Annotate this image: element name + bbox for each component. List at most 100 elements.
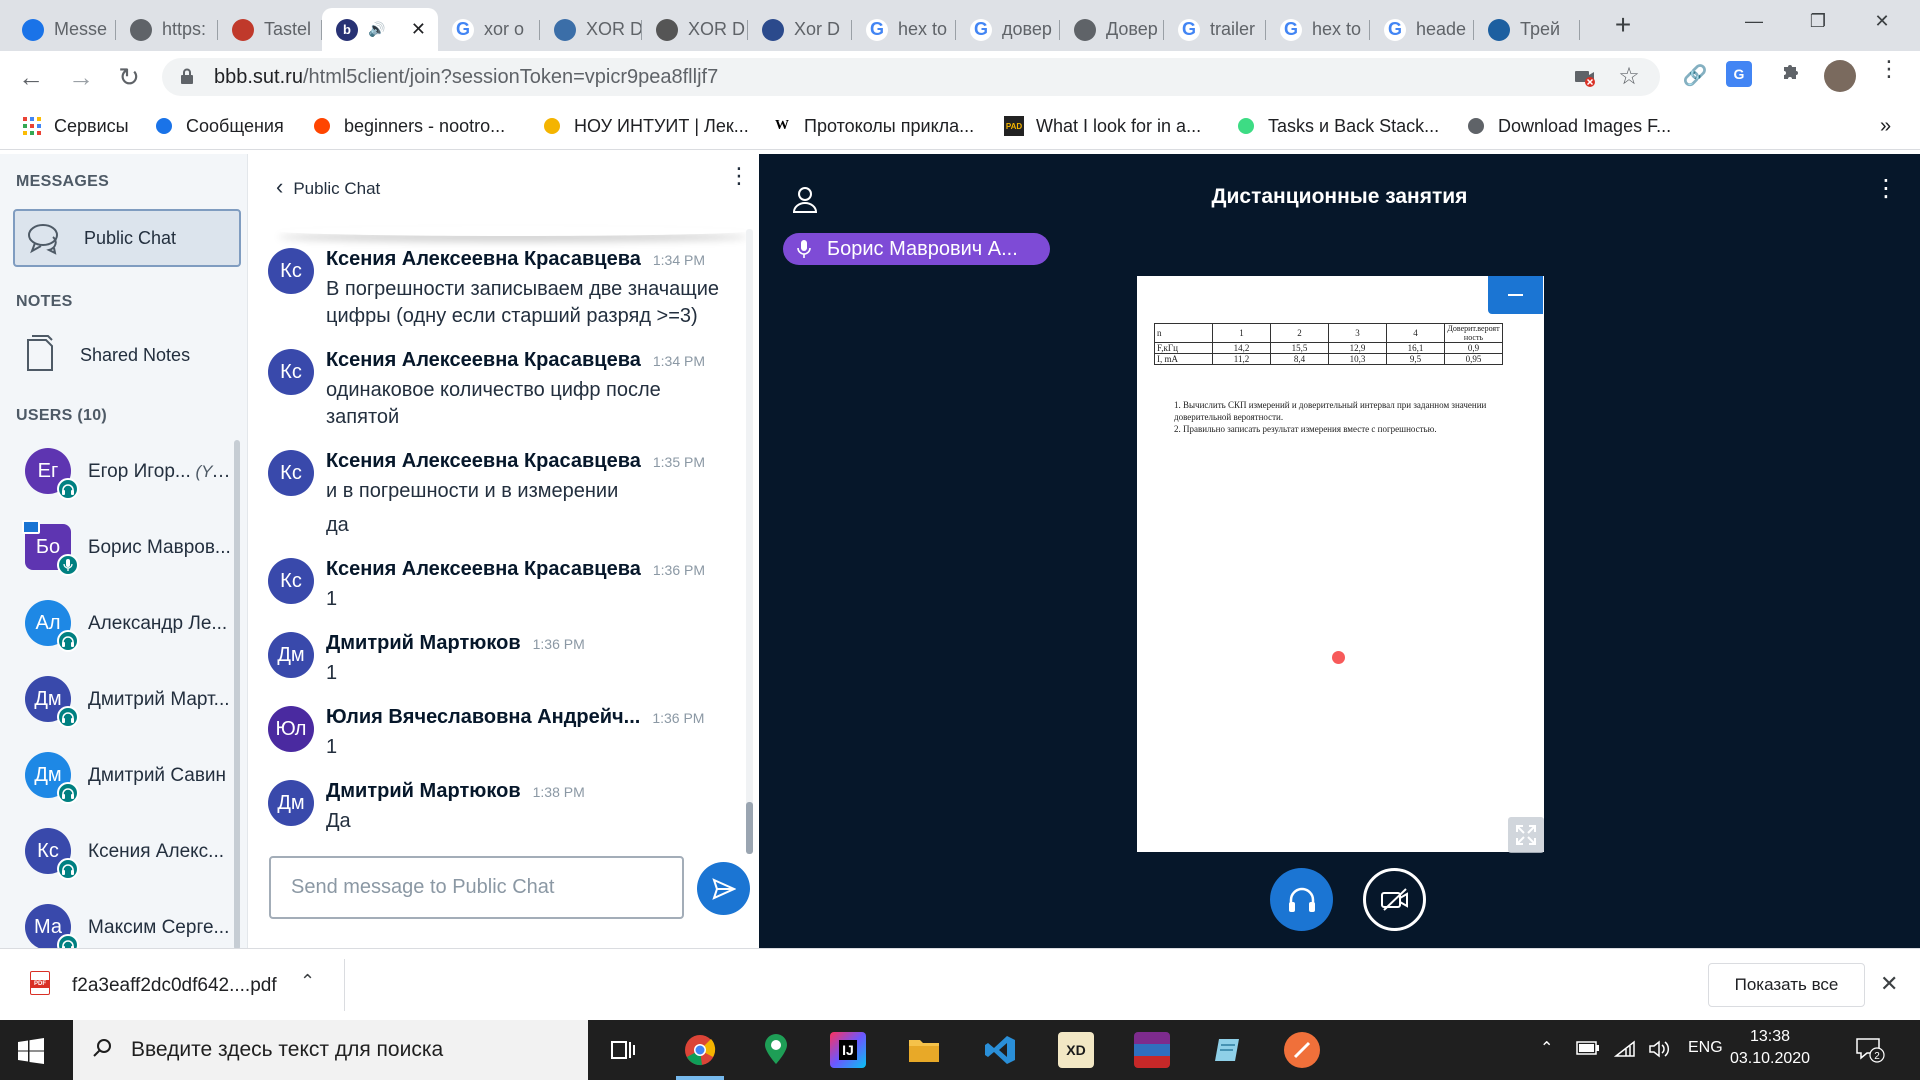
bookmark-item[interactable]: НОУ ИНТУИТ | Лек...: [542, 113, 749, 139]
talking-indicator[interactable]: Борис Маврович А...: [783, 233, 1050, 265]
bookmark-item[interactable]: Сервисы: [22, 113, 129, 139]
wifi-icon[interactable]: [1613, 1040, 1636, 1063]
presentation-slide: n 1 2 3 4 Доверит.вероятность F,кГц 14,2 15,5 12,…: [1137, 276, 1544, 852]
chevron-up-tray-icon[interactable]: ⌃: [1540, 1038, 1553, 1058]
browser-tab[interactable]: XOR D: [540, 8, 642, 51]
user-list-toggle-icon[interactable]: [790, 184, 820, 214]
minimize-presentation-button[interactable]: [1488, 276, 1543, 314]
user-list-item[interactable]: Ма Максим Серге...: [0, 894, 240, 948]
action-center-icon[interactable]: 2: [1855, 1036, 1885, 1064]
battery-icon[interactable]: [1576, 1040, 1600, 1061]
extensions-puzzle-icon[interactable]: [1776, 61, 1806, 91]
xor-circle-icon: [762, 18, 784, 41]
file-explorer-icon[interactable]: [906, 1032, 942, 1068]
send-message-button[interactable]: [697, 862, 750, 915]
translate-extension-icon[interactable]: G: [1726, 61, 1752, 87]
browser-tab[interactable]: Довер: [1060, 8, 1164, 51]
fullscreen-button[interactable]: [1508, 817, 1544, 853]
more-bookmarks-button[interactable]: »: [1880, 113, 1891, 139]
bookmark-star-icon[interactable]: ☆: [1618, 65, 1640, 89]
chat-options-icon[interactable]: ⋮: [728, 165, 750, 187]
close-window-button[interactable]: ✕: [1850, 0, 1914, 42]
bookmark-item[interactable]: Tasks и Back Stack...: [1236, 113, 1439, 139]
windows-start-icon[interactable]: [18, 1038, 44, 1064]
winrar-taskbar-icon[interactable]: [1134, 1032, 1170, 1068]
tab-title: XOR D: [688, 19, 746, 39]
message-avatar: Дм: [268, 632, 314, 678]
intellij-taskbar-icon[interactable]: IJ: [830, 1032, 866, 1068]
speaker-icon[interactable]: 🔊: [368, 21, 385, 38]
close-download-bar-icon[interactable]: ✕: [1880, 971, 1898, 997]
public-chat-item[interactable]: Public Chat: [13, 209, 241, 267]
new-tab-button[interactable]: +: [1606, 8, 1640, 42]
browser-tab[interactable]: Gдовер: [956, 8, 1060, 51]
xd-taskbar-icon[interactable]: XD: [1058, 1032, 1094, 1068]
show-all-downloads-button[interactable]: Показать все: [1708, 963, 1865, 1007]
tab-title: hex to: [898, 19, 948, 39]
presentation-stage: Дистанционные занятия Борис Маврович А..…: [759, 154, 1920, 948]
bookmark-item[interactable]: Download Images F...: [1466, 113, 1671, 139]
browser-tab[interactable]: Gxor o: [438, 8, 540, 51]
audio-button[interactable]: [1270, 868, 1333, 931]
restore-window-button[interactable]: ❐: [1786, 0, 1850, 42]
clock[interactable]: 13:38 03.10.2020: [1720, 1026, 1820, 1070]
chat-scrollbar[interactable]: [746, 229, 753, 854]
browser-tab[interactable]: Gheade: [1370, 8, 1474, 51]
close-tab-icon[interactable]: ✕: [411, 19, 426, 40]
user-list-item[interactable]: Кс Ксения Алекс...: [0, 818, 240, 894]
minimize-window-button[interactable]: —: [1722, 0, 1786, 42]
browser-tab[interactable]: https:: [116, 8, 218, 51]
bookmark-item[interactable]: Сообщения: [154, 113, 284, 139]
browser-menu-icon[interactable]: ⋮: [1874, 58, 1904, 91]
chevron-up-icon[interactable]: ⌃: [300, 971, 315, 992]
browser-tab[interactable]: Tastel: [218, 8, 322, 51]
user-list-scrollbar[interactable]: [234, 440, 240, 950]
language-indicator[interactable]: ENG: [1688, 1039, 1723, 1057]
user-list-item[interactable]: Дм Дмитрий Март...: [0, 666, 240, 742]
bookmark-item[interactable]: PAD What I look for in a...: [1004, 113, 1201, 139]
user-list-item[interactable]: Дм Дмитрий Савин: [0, 742, 240, 818]
share-webcam-button[interactable]: [1363, 868, 1426, 931]
browser-tab[interactable]: Трей: [1474, 8, 1580, 51]
task-view-icon[interactable]: [606, 1032, 642, 1068]
browser-tab[interactable]: Ghex to: [1266, 8, 1370, 51]
back-button[interactable]: ←: [14, 61, 48, 95]
browser-tab[interactable]: XOR D: [642, 8, 748, 51]
user-list-item[interactable]: Бо Борис Мавров...: [0, 514, 240, 590]
user-list-item[interactable]: Ал Александр Ле...: [0, 590, 240, 666]
camera-blocked-icon[interactable]: [1574, 66, 1596, 88]
bookmark-item[interactable]: beginners - nootro...: [312, 113, 505, 139]
chat-scrollbar-thumb[interactable]: [746, 802, 753, 854]
tab-title: https:: [162, 19, 207, 39]
browser-tab[interactable]: Messe: [8, 8, 116, 51]
user-name: Егор Игор... (You): [88, 461, 234, 483]
reload-button[interactable]: ↻: [112, 61, 146, 95]
public-chat-label: Public Chat: [84, 228, 177, 248]
chat-header[interactable]: ‹ Public Chat: [276, 174, 380, 200]
chrome-taskbar-icon[interactable]: [682, 1032, 718, 1068]
chevron-left-icon[interactable]: ‹: [276, 174, 283, 199]
notes-app-taskbar-icon[interactable]: [1210, 1032, 1246, 1068]
shared-notes-label[interactable]: Shared Notes: [80, 345, 190, 366]
shared-notes-item[interactable]: [26, 334, 54, 374]
options-menu-icon[interactable]: ⋮: [1874, 177, 1898, 201]
address-bar[interactable]: bbb.sut.ru/html5client/join?sessionToken…: [162, 58, 1660, 96]
browser-tab[interactable]: Gtrailer: [1164, 8, 1266, 51]
send-arrow-icon: [711, 877, 736, 900]
vscode-taskbar-icon[interactable]: [982, 1032, 1018, 1068]
map-pin-app-icon[interactable]: [758, 1032, 794, 1068]
browser-tab[interactable]: Ghex to: [852, 8, 956, 51]
chat-message-input[interactable]: Send message to Public Chat: [269, 856, 684, 919]
downloaded-file-name[interactable]: f2a3eaff2dc0df642....pdf: [72, 975, 277, 997]
forward-button[interactable]: →: [64, 61, 98, 95]
browser-tab[interactable]: b 🔊 ✕: [322, 8, 438, 51]
clock-date: 03.10.2020: [1729, 1050, 1811, 1067]
volume-icon[interactable]: [1648, 1040, 1670, 1063]
postman-taskbar-icon[interactable]: [1284, 1032, 1320, 1068]
taskbar-search-box[interactable]: Введите здесь текст для поиска: [73, 1020, 588, 1080]
bookmark-item[interactable]: W Протоколы прикла...: [772, 113, 974, 139]
user-list-item[interactable]: Ег Егор Игор... (You): [0, 438, 240, 514]
browser-tab[interactable]: Xor D: [748, 8, 852, 51]
link-extension-icon[interactable]: 🔗: [1680, 61, 1710, 91]
profile-avatar[interactable]: [1824, 60, 1856, 92]
